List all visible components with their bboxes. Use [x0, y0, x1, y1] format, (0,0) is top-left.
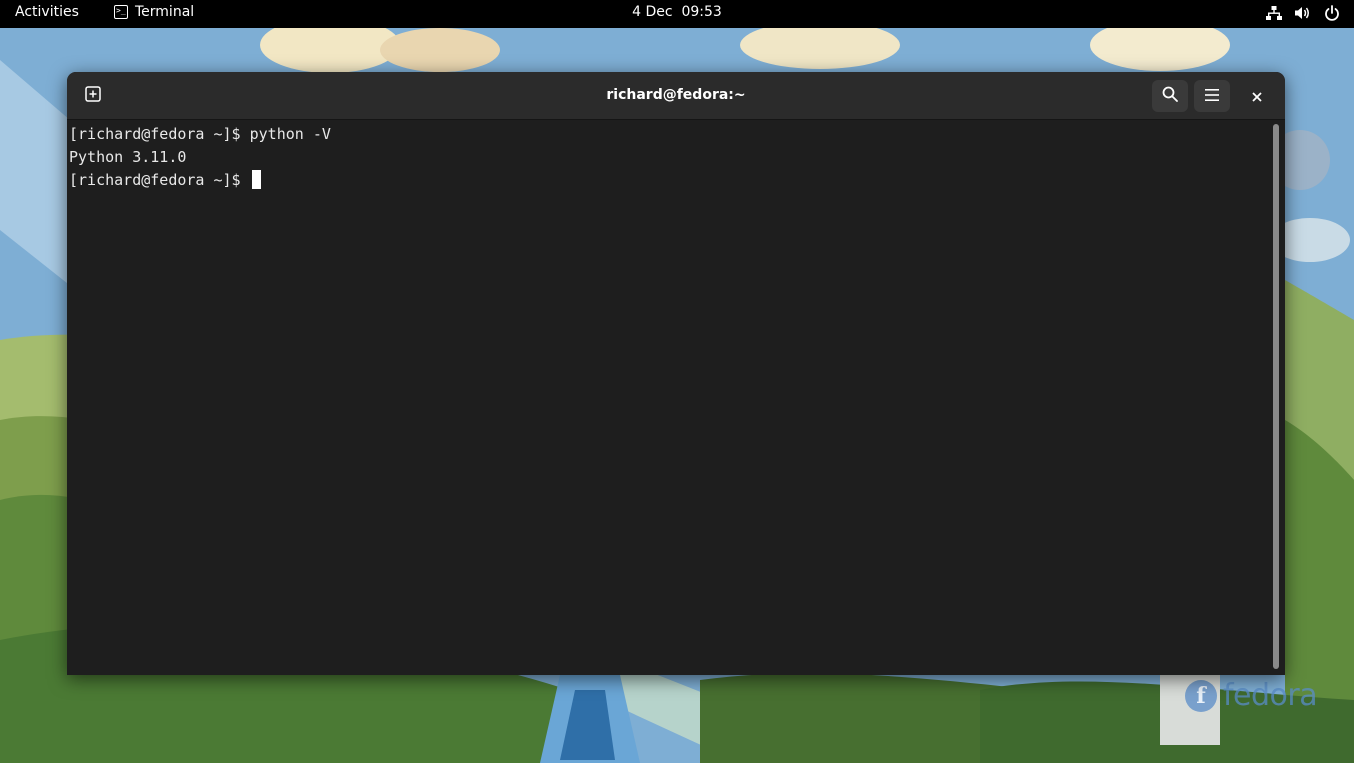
power-icon[interactable] [1323, 4, 1340, 21]
terminal-scrollbar[interactable] [1273, 124, 1279, 669]
text-cursor [251, 170, 261, 189]
terminal-output[interactable]: [richard@fedora ~]$ python -V Python 3.1… [67, 120, 1271, 675]
app-menu-button[interactable]: >_ Terminal [114, 4, 194, 20]
terminal-line: Python 3.11.0 [69, 148, 187, 166]
search-icon [1162, 86, 1178, 106]
window-headerbar[interactable]: richard@fedora:~ [67, 72, 1285, 120]
terminal-line: [richard@fedora ~]$ python -V [69, 125, 331, 143]
close-button[interactable] [1245, 84, 1269, 108]
terminal-icon: >_ [114, 5, 128, 19]
hamburger-menu-icon [1204, 87, 1220, 106]
new-tab-button[interactable] [75, 80, 111, 112]
terminal-prompt-line[interactable]: [richard@fedora ~]$ [69, 169, 1271, 192]
app-menu-label: Terminal [135, 4, 195, 20]
new-tab-icon [85, 86, 101, 106]
terminal-prompt: [richard@fedora ~]$ [69, 171, 250, 189]
search-button[interactable] [1152, 80, 1188, 112]
main-menu-button[interactable] [1194, 80, 1230, 112]
window-title: richard@fedora:~ [606, 87, 746, 103]
volume-icon[interactable] [1294, 4, 1311, 21]
fedora-logo-icon: f [1185, 679, 1217, 712]
system-tray[interactable] [1265, 4, 1340, 21]
top-bar: Activities >_ Terminal 4 Dec 09:53 [0, 0, 1354, 28]
close-icon [1252, 87, 1262, 106]
activities-button[interactable]: Activities [15, 4, 79, 20]
fedora-logo: f fedora [1185, 678, 1318, 713]
fedora-logo-text: fedora [1223, 678, 1318, 713]
network-icon[interactable] [1265, 4, 1282, 21]
terminal-window: richard@fedora:~ [richard@fedora ~]$ pyt… [67, 72, 1285, 675]
clock-button[interactable]: 4 Dec 09:53 [632, 4, 722, 20]
